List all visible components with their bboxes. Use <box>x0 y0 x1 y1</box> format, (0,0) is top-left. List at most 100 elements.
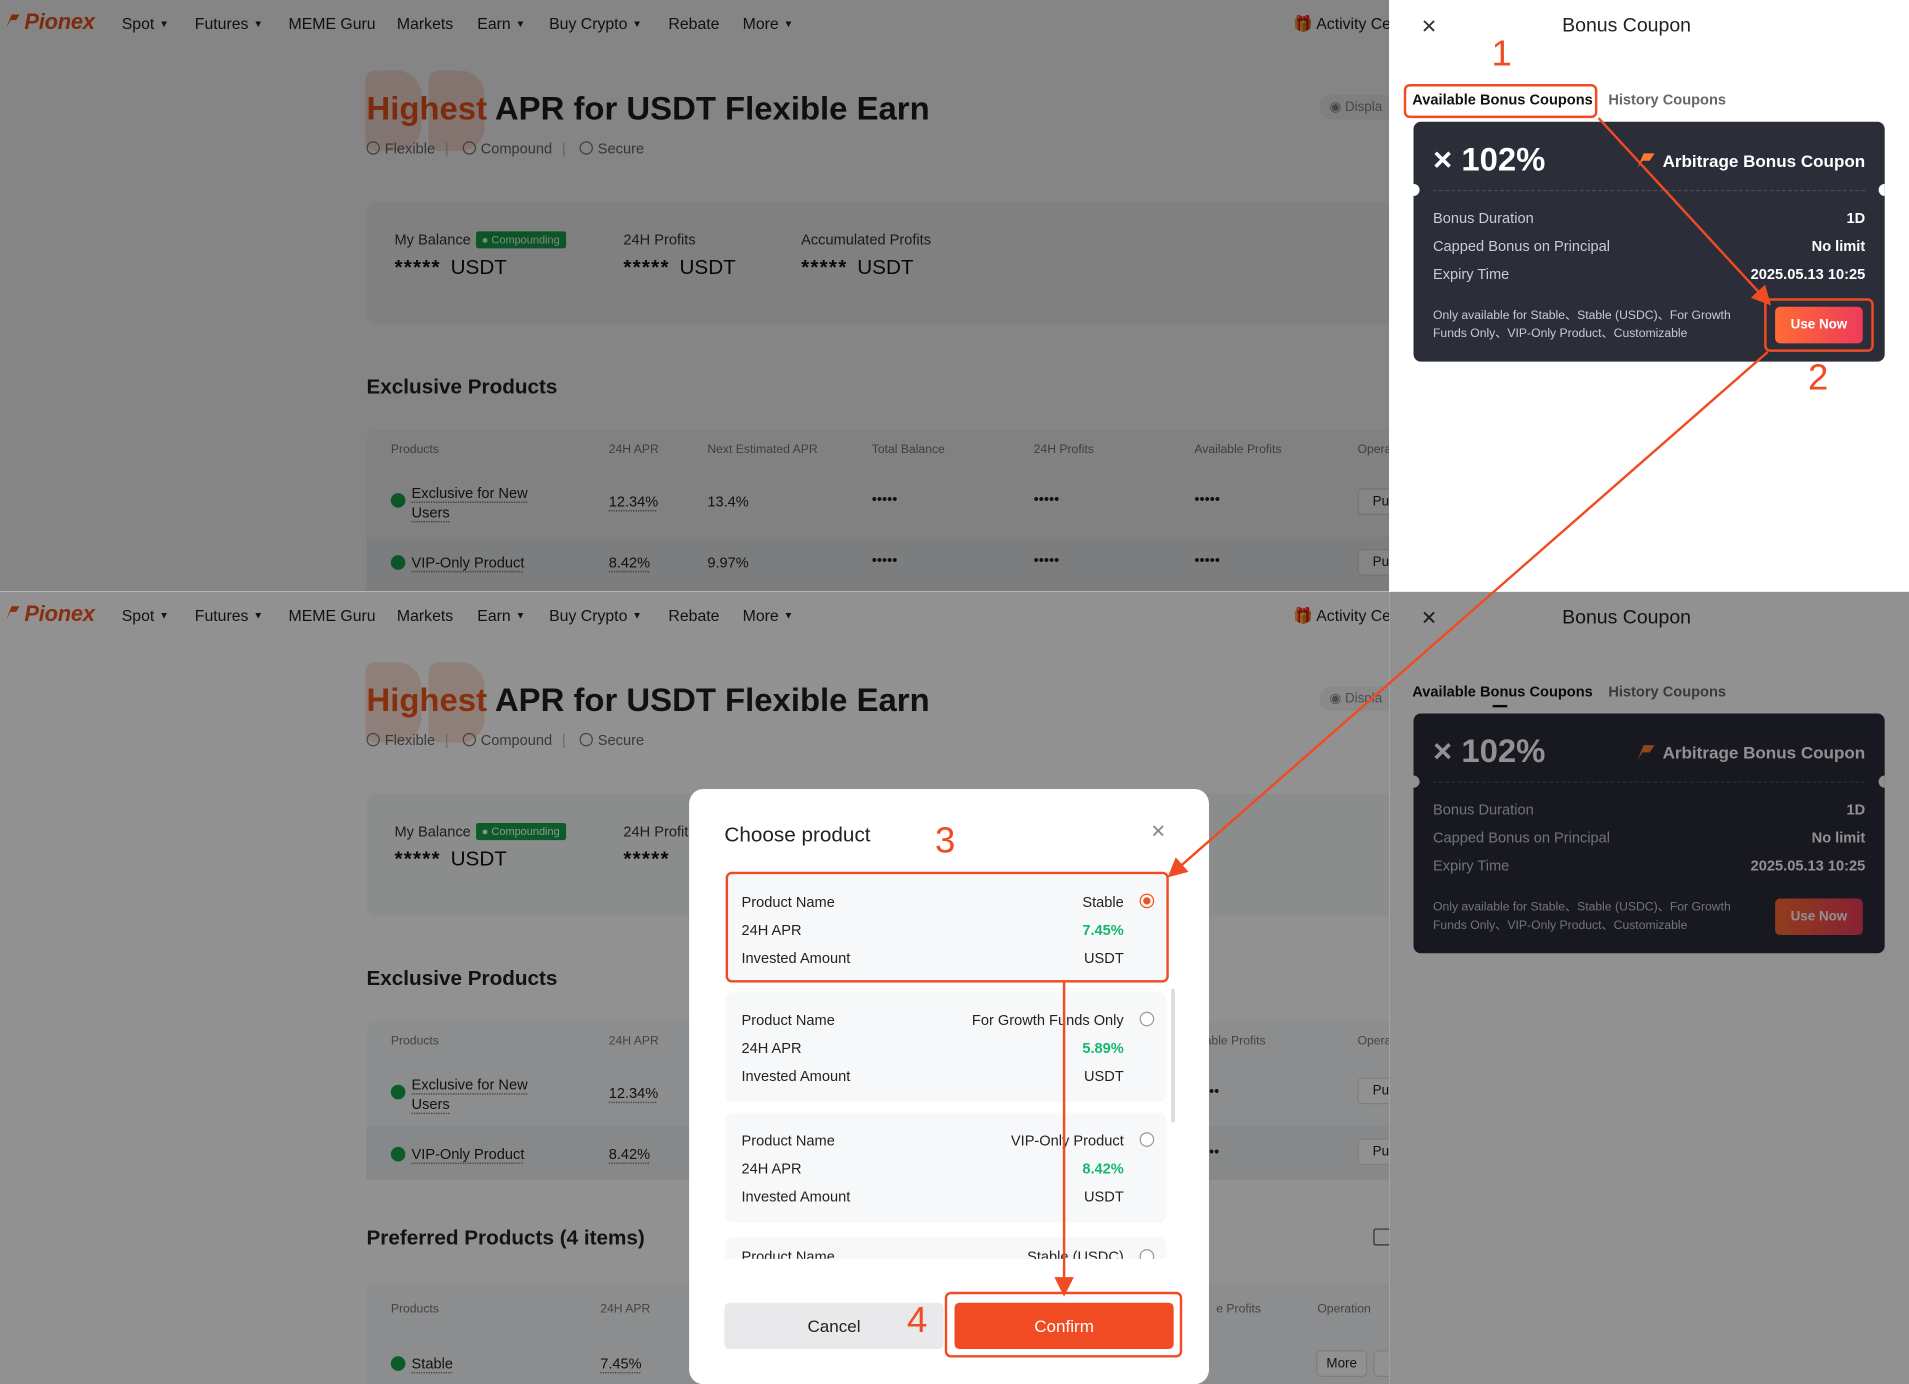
col-products: Products <box>390 1302 439 1317</box>
radio-unselected[interactable] <box>1139 1249 1155 1259</box>
eye-icon: ◉ <box>1329 691 1342 707</box>
product-name-value: VIP-Only Product <box>1010 1132 1124 1150</box>
tab-history-coupons[interactable]: History Coupons <box>1608 91 1726 108</box>
profits-24h-label: 24H Profits <box>623 231 696 249</box>
pionex-logo-icon <box>1637 153 1655 169</box>
table-row[interactable]: Exclusive for New Users <box>390 483 549 522</box>
top-step-panel: Pionex Spot ▼ Futures ▼ MEME Guru Markets … <box>0 0 1909 592</box>
radio-unselected[interactable] <box>1139 1011 1155 1027</box>
product-option-stable-usdc[interactable]: Product Name Stable (USDC) <box>725 1236 1167 1259</box>
nav-markets[interactable]: Markets <box>397 15 453 33</box>
table-row[interactable]: Stable <box>390 1355 453 1372</box>
coupon-divider <box>1432 781 1866 783</box>
page-title: Highest APR for USDT Flexible Earn <box>366 681 930 719</box>
purchase-button[interactable]: Pur <box>1357 549 1390 576</box>
my-balance-value: ***** USDT <box>394 847 507 871</box>
pionex-logo-icon <box>6 14 20 29</box>
pionex-logo[interactable]: Pionex <box>5 10 95 36</box>
nav-activity-center[interactable]: 🎁 Activity Ce <box>1293 606 1389 625</box>
product-option-growth-funds[interactable]: Product Name For Growth Funds Only 24H A… <box>725 992 1167 1102</box>
product-name[interactable]: Exclusive for New Users <box>412 485 528 522</box>
modal-title: Choose product <box>724 823 871 847</box>
product-name-label: Product Name <box>741 1247 835 1259</box>
nav-earn[interactable]: Earn ▼ <box>477 15 525 33</box>
step2-number: 2 <box>1807 357 1829 399</box>
scrollbar-thumb[interactable] <box>1171 988 1175 1123</box>
nav-meme-guru[interactable]: MEME Guru <box>289 15 376 33</box>
nav-buy-crypto[interactable]: Buy Crypto ▼ <box>549 606 642 624</box>
pionex-logo-icon <box>1637 745 1655 760</box>
col-products: Products <box>390 1034 439 1049</box>
product-option-vip[interactable]: Product Name VIP-Only Product 24H APR 8.… <box>725 1112 1167 1223</box>
col-apr: 24H APR <box>608 443 659 457</box>
compounding-badge: ● Compounding <box>475 823 566 841</box>
nav-meme-guru[interactable]: MEME Guru <box>289 606 376 624</box>
col-available-profits: ilable Profits <box>1199 1034 1266 1049</box>
table-row[interactable]: VIP-Only Product <box>390 554 524 571</box>
bonus-duration-value: 1D <box>1846 801 1866 819</box>
profits-value: ••••• <box>1033 551 1060 569</box>
use-now-button[interactable]: Use Now <box>1775 898 1863 936</box>
col-operation: Opera <box>1357 1034 1390 1049</box>
flexible-icon <box>366 732 380 747</box>
step1-highlight-box <box>1403 84 1598 119</box>
invested-amount-value: USDT <box>1083 1067 1124 1085</box>
table-row[interactable]: Exclusive for New Users <box>390 1075 549 1114</box>
nav-futures[interactable]: Futures ▼ <box>195 15 263 33</box>
compounding-badge: ● Compounding <box>475 231 566 249</box>
step4-number: 4 <box>907 1300 928 1341</box>
pionex-logo[interactable]: Pionex <box>5 601 95 627</box>
capped-bonus-label: Capped Bonus on Principal <box>1432 829 1611 847</box>
profits-value: ••••• <box>1033 490 1060 508</box>
display-toggle[interactable]: ◉ Displa <box>1319 686 1390 712</box>
available-profits-value: ••••• <box>1194 490 1220 508</box>
nav-more[interactable]: More ▼ <box>743 606 794 624</box>
expiry-time-label: Expiry Time <box>1432 265 1510 283</box>
nav-rebate[interactable]: Rebate <box>668 15 719 33</box>
expiry-time-value: 2025.05.13 10:25 <box>1750 265 1866 283</box>
nav-buy-crypto[interactable]: Buy Crypto ▼ <box>549 15 642 33</box>
profits-24h-label: 24H Profits <box>623 823 696 841</box>
nav-futures[interactable]: Futures ▼ <box>195 606 263 624</box>
purchase-button[interactable]: Pur <box>1357 488 1390 516</box>
step2-highlight-box <box>1764 298 1874 352</box>
caret-down-icon: ▼ <box>783 609 794 621</box>
compound-icon <box>462 141 476 155</box>
coupon-rate: × 102% <box>1432 732 1546 770</box>
purchase-button[interactable]: Pur <box>1357 1138 1390 1166</box>
caret-down-icon: ▼ <box>632 609 642 621</box>
nav-activity-center[interactable]: 🎁 Activity Ce <box>1293 15 1389 34</box>
total-balance-value: ••••• <box>871 551 898 569</box>
more-button[interactable]: More <box>1316 1350 1368 1377</box>
apr-value: 7.45% <box>600 1355 642 1373</box>
feature-list: Flexible | Compound | Secure <box>366 732 644 749</box>
apr-value: 8.42% <box>1082 1160 1124 1178</box>
nav-more[interactable]: More ▼ <box>743 15 794 33</box>
eye-icon: ◉ <box>1329 99 1342 115</box>
product-name[interactable]: Exclusive for New Users <box>412 1076 528 1113</box>
radio-unselected[interactable] <box>1139 1132 1155 1147</box>
purchase-button[interactable]: Pur <box>1357 1077 1390 1105</box>
tab-history-coupons[interactable]: History Coupons <box>1608 683 1726 700</box>
step3-number: 3 <box>935 820 956 861</box>
nav-earn[interactable]: Earn ▼ <box>477 606 525 624</box>
coupon-notch <box>1878 775 1885 788</box>
tab-available-coupons[interactable]: Available Bonus Coupons <box>1412 683 1592 700</box>
nav-spot[interactable]: Spot ▼ <box>122 15 169 33</box>
gift-icon: 🎁 <box>1292 606 1313 625</box>
coupon-note: Only available for Stable、Stable (USDC)、… <box>1432 900 1731 933</box>
coupon-card: × 102% Arbitrage Bonus Coupon Bonus Dura… <box>1413 713 1885 954</box>
capped-bonus-label: Capped Bonus on Principal <box>1432 237 1611 255</box>
purchase-button[interactable]: P <box>1373 1350 1390 1377</box>
col-profits: e Profits <box>1216 1302 1261 1317</box>
nav-markets[interactable]: Markets <box>397 606 453 624</box>
settings-icon[interactable] <box>1373 1228 1390 1246</box>
table-row[interactable]: VIP-Only Product <box>390 1146 524 1163</box>
nav-spot[interactable]: Spot ▼ <box>122 606 169 624</box>
display-toggle[interactable]: ◉ Displa <box>1319 94 1390 120</box>
my-balance-value: ***** USDT <box>394 255 507 279</box>
close-icon[interactable]: ✕ <box>1151 821 1166 843</box>
nav-rebate[interactable]: Rebate <box>668 606 719 624</box>
accumulated-profits-value: ***** USDT <box>801 255 914 279</box>
apr-value: 8.42% <box>608 1145 651 1163</box>
